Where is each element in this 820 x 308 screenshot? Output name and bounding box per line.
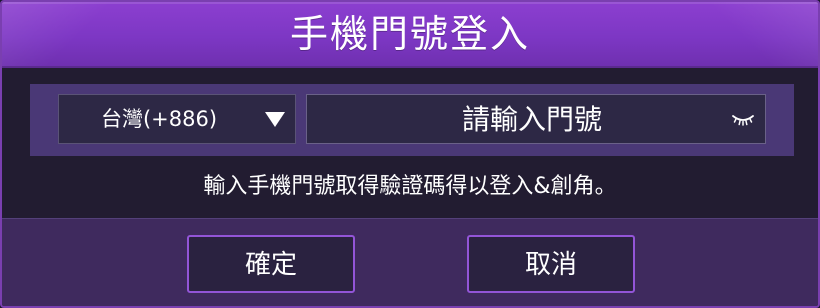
phone-number-field: [306, 94, 766, 144]
title-bar: 手機門號登入: [2, 2, 818, 68]
closed-eye-icon[interactable]: [731, 109, 755, 129]
phone-login-dialog: 手機門號登入 台灣(+886) 請輸入門號 輸入手機門號取得驗證碼得以登入&創角…: [0, 0, 820, 308]
dropdown-arrow-icon: [265, 112, 285, 127]
phone-number-input[interactable]: [307, 95, 717, 143]
hint-text: 輸入手機門號取得驗證碼得以登入&創角。: [203, 174, 617, 199]
dialog-title: 手機門號登入: [289, 12, 530, 56]
cancel-button[interactable]: 取消: [467, 235, 635, 293]
confirm-button[interactable]: 確定: [187, 235, 355, 293]
dialog-content: 台灣(+886) 輸入手機門號取得驗證碼得以登入&創角。: [2, 68, 818, 218]
dialog-footer: 確定 取消: [2, 218, 818, 306]
input-row: 台灣(+886): [30, 84, 794, 156]
country-code-select[interactable]: 台灣(+886): [58, 94, 296, 144]
country-code-label: 台灣(+886): [100, 107, 218, 131]
